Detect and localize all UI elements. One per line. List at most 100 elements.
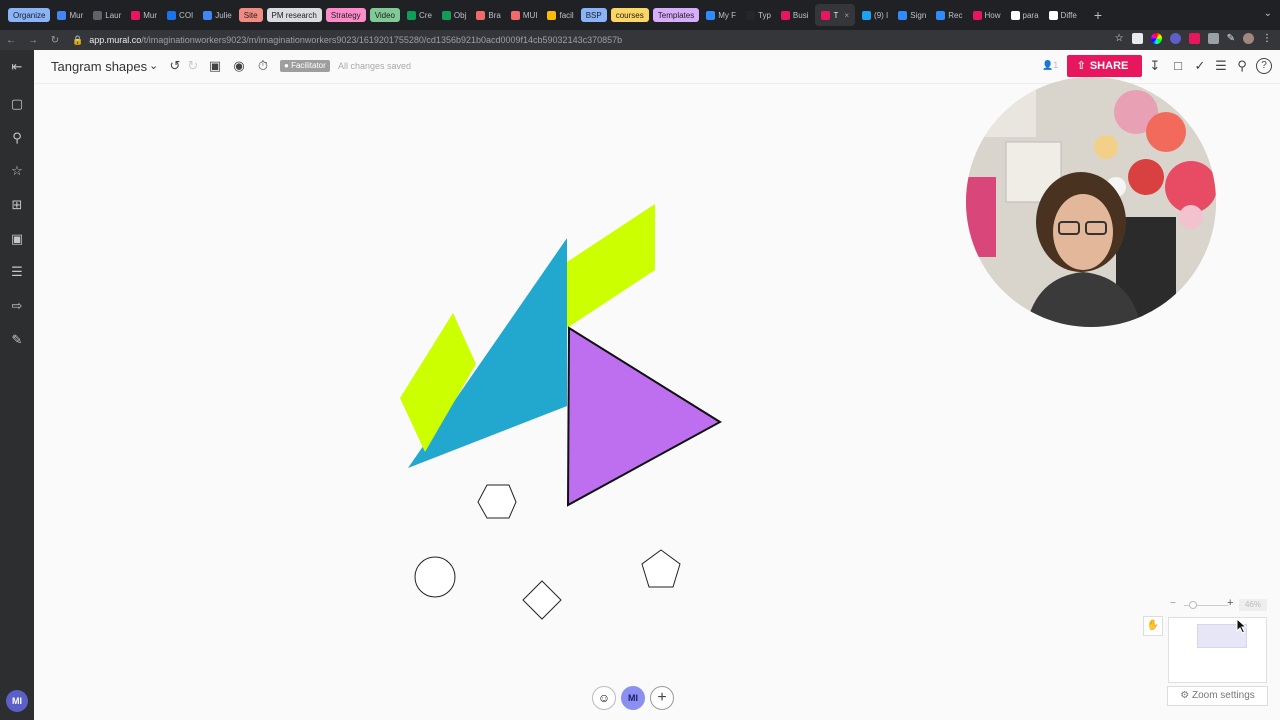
tab-favicon-icon (1048, 10, 1058, 20)
tab-favicon-icon (706, 10, 716, 20)
browser-tab[interactable]: Laur (90, 4, 124, 26)
hexagon-shape[interactable] (477, 484, 517, 519)
browser-tab[interactable]: Typ (743, 4, 774, 26)
upload-icon[interactable]: ⇨ (9, 298, 25, 314)
reload-icon[interactable]: ↻ (44, 35, 66, 46)
diamond-shape[interactable] (522, 580, 562, 620)
browser-tab[interactable]: Cre (404, 4, 435, 26)
browser-tab[interactable]: Diffe (1046, 4, 1080, 26)
facilitator-badge[interactable]: ● Facilitator (280, 60, 330, 72)
browser-tab[interactable]: courses (610, 8, 649, 22)
mural-extension-icon[interactable] (1188, 33, 1200, 44)
browser-tab[interactable]: PM research (266, 8, 322, 22)
extension-icon[interactable] (1131, 33, 1143, 44)
browser-tab[interactable]: COI (164, 4, 196, 26)
zoom-settings-label: Zoom settings (1191, 690, 1255, 701)
chevron-down-icon[interactable]: ⌄ (149, 59, 158, 72)
redo-icon[interactable]: ↻ (185, 58, 201, 74)
browser-tab-strip: Organize Mur Laur Mur COI Julie Site PM researc… (0, 0, 1280, 30)
download-icon[interactable]: ↧ (1147, 58, 1163, 74)
gear-extension-icon[interactable] (1169, 33, 1181, 44)
zoom-in-icon[interactable]: + (1227, 597, 1233, 609)
mural-title[interactable]: Tangram shapes (51, 59, 147, 74)
browser-tab[interactable]: para (1008, 4, 1042, 26)
browser-tab[interactable]: Mur (128, 4, 160, 26)
browser-tab[interactable]: Video (369, 8, 401, 22)
zoom-bar: − + 46% (1168, 597, 1268, 612)
extension-icon[interactable] (1207, 33, 1219, 44)
share-button[interactable]: ⇧ SHARE (1067, 55, 1142, 77)
search-shapes-icon[interactable]: ⚲ (9, 130, 25, 146)
zoom-settings-button[interactable]: ⚙ Zoom settings (1167, 686, 1268, 706)
image-icon[interactable]: ▣ (9, 231, 25, 247)
url-host: app.mural.co (89, 35, 142, 45)
browser-tab-label: How (984, 10, 1001, 20)
outline-icon[interactable]: ▣ (207, 58, 223, 74)
browser-tab[interactable]: Site (238, 8, 263, 22)
sticky-note-icon[interactable]: ▢ (9, 96, 25, 112)
browser-tab[interactable]: (9) I (859, 4, 891, 26)
browser-tab[interactable]: My F (703, 4, 739, 26)
purple-triangle[interactable] (566, 326, 722, 507)
color-picker-extension-icon[interactable] (1150, 33, 1162, 44)
tab-favicon-icon (972, 10, 982, 20)
browser-tab[interactable]: Mur (54, 4, 86, 26)
private-mode-icon[interactable]: ◉ (231, 58, 247, 74)
zoom-level[interactable]: 46% (1239, 599, 1267, 611)
browser-tab[interactable]: Templates (652, 8, 700, 22)
browser-tab[interactable]: Strategy (325, 8, 366, 22)
star-icon[interactable]: ☆ (9, 163, 25, 179)
browser-tab-label: facil (559, 10, 574, 20)
close-icon[interactable]: × (844, 11, 849, 20)
puzzle-icon[interactable]: ✎ (1227, 33, 1235, 44)
browser-tab-label: Organize (13, 10, 46, 20)
browser-tab-label: Obj (453, 10, 467, 20)
browser-tab[interactable]: How (970, 4, 1004, 26)
browser-tab[interactable]: Sign (895, 4, 929, 26)
minimap[interactable] (1168, 617, 1267, 683)
tab-search-icon[interactable]: ⌄ (1264, 8, 1272, 19)
browser-tab[interactable]: Busi (778, 4, 812, 26)
activity-icon[interactable]: ✓ (1192, 58, 1208, 74)
star-icon[interactable]: ☆ (1115, 33, 1124, 44)
browser-tab[interactable]: Julie (200, 4, 234, 26)
frameworks-icon[interactable]: ⊞ (9, 197, 25, 213)
browser-tab[interactable]: MUI (508, 4, 541, 26)
browser-tab-label: MUI (522, 10, 538, 20)
new-tab-icon[interactable]: + (1094, 7, 1102, 23)
browser-tab[interactable]: T × (815, 4, 856, 26)
browser-tab[interactable]: BSP (580, 8, 607, 22)
reactions-icon[interactable]: ☺ (592, 686, 616, 710)
library-icon[interactable]: ☰ (9, 264, 25, 280)
lime-parallelogram-top[interactable] (567, 204, 655, 328)
tab-favicon-icon (898, 10, 908, 20)
undo-icon[interactable]: ↺ (167, 58, 183, 74)
back-icon[interactable]: ← (0, 35, 22, 46)
current-user-avatar[interactable]: MI (621, 686, 645, 710)
circle-shape[interactable] (414, 556, 456, 598)
browser-tab[interactable]: Obj (439, 4, 469, 26)
pentagon-shape[interactable] (641, 549, 681, 588)
search-icon[interactable]: ⚲ (1234, 58, 1250, 74)
timer-icon[interactable]: ⏱ (255, 58, 271, 74)
help-icon[interactable]: ? (1256, 58, 1272, 74)
browser-tab[interactable]: facil (544, 4, 576, 26)
zoom-out-icon[interactable]: − (1170, 598, 1176, 609)
url-field[interactable]: 🔒 app.mural.co/t/imaginationworkers9023/… (72, 35, 622, 46)
comment-icon[interactable]: □ (1170, 58, 1186, 74)
browser-tab[interactable]: Bra (473, 4, 503, 26)
browser-tab[interactable]: Organize (8, 8, 51, 22)
tab-favicon-icon (780, 10, 790, 20)
pencil-icon[interactable]: ✎ (9, 332, 25, 348)
zoom-slider-handle[interactable] (1189, 601, 1197, 609)
exit-icon[interactable]: ⇤ (9, 59, 25, 75)
outline-list-icon[interactable]: ☰ (1213, 58, 1229, 74)
add-people-button[interactable]: + (650, 686, 674, 710)
hand-tool-icon[interactable]: ✋ (1143, 616, 1163, 636)
user-avatar[interactable]: MI (6, 690, 28, 712)
browser-tab[interactable]: Rec (933, 4, 965, 26)
profile-avatar[interactable] (1243, 33, 1254, 44)
browser-tab-label: T (833, 10, 839, 20)
more-icon[interactable]: ⋮ (1262, 33, 1272, 44)
forward-icon[interactable]: → (22, 35, 44, 46)
